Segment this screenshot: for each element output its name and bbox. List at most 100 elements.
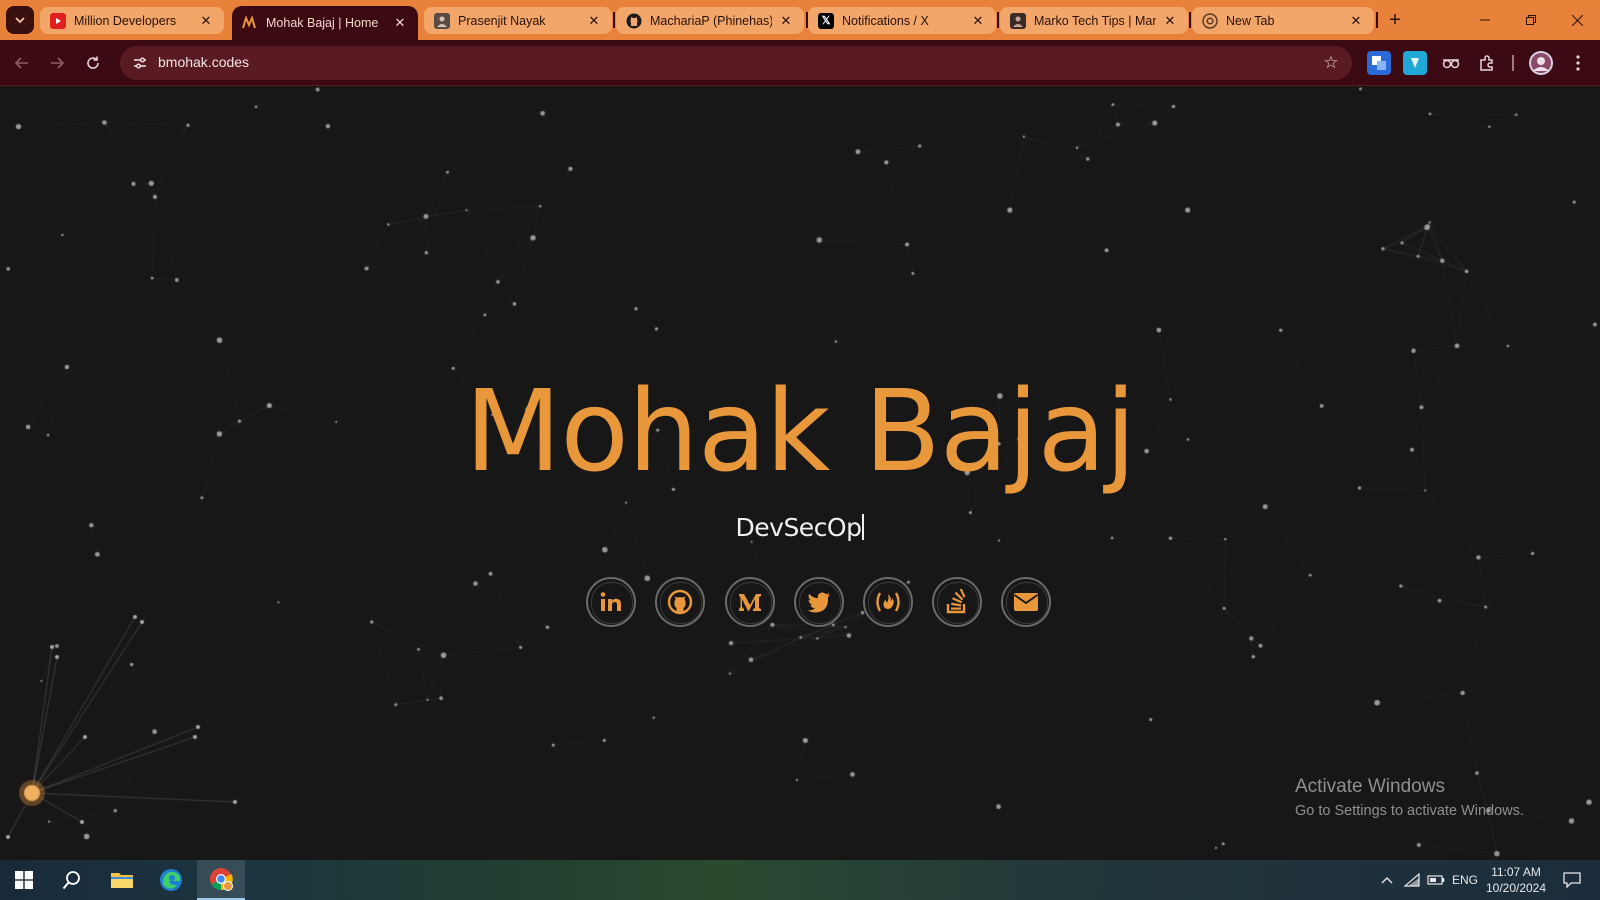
page-viewport: Mohak Bajaj DevSecOp Activate Windows Go… xyxy=(0,87,1600,860)
hero-name: Mohak Bajaj xyxy=(464,367,1137,497)
browser-toolbar: bmohak.codes ☆ xyxy=(0,40,1600,86)
close-icon[interactable]: ✕ xyxy=(1348,13,1364,29)
github-icon xyxy=(626,13,642,29)
tab-prasenjit-nayak[interactable]: Prasenjit Nayak ✕ xyxy=(424,7,612,34)
envelope-icon xyxy=(1013,593,1039,611)
profile-avatar[interactable] xyxy=(1529,51,1553,75)
typing-caret xyxy=(862,514,865,540)
mb-logo-icon xyxy=(242,15,258,31)
tab-label: New Tab xyxy=(1226,13,1275,28)
windows-logo-icon xyxy=(15,871,33,889)
email-link[interactable] xyxy=(1001,577,1051,627)
close-window-button[interactable] xyxy=(1554,0,1600,40)
minimize-button[interactable] xyxy=(1462,0,1508,40)
action-center-button[interactable] xyxy=(1556,860,1588,900)
reload-icon xyxy=(87,56,99,69)
arrow-left-icon xyxy=(14,57,28,69)
bookmark-star-icon[interactable]: ☆ xyxy=(1320,52,1342,74)
edge-button[interactable] xyxy=(147,860,195,900)
tab-million-developers[interactable]: Million Developers ✕ xyxy=(40,7,224,34)
close-icon[interactable]: ✕ xyxy=(1162,13,1178,29)
linkedin-icon xyxy=(600,592,621,611)
social-links xyxy=(586,577,1056,629)
tab-new-tab[interactable]: New Tab ✕ xyxy=(1192,7,1374,34)
tab-strip: Million Developers ✕ Mohak Bajaj | Home … xyxy=(0,0,1600,40)
chevron-up-icon xyxy=(1381,877,1393,884)
notification-icon xyxy=(1563,872,1581,888)
tab-machariap-github[interactable]: MachariaP (Phinehas) ✕ xyxy=(616,7,804,34)
close-icon[interactable]: ✕ xyxy=(198,13,214,29)
tab-label: Million Developers xyxy=(74,13,177,28)
x-icon: 𝕏 xyxy=(818,12,834,29)
stackoverflow-link[interactable] xyxy=(932,577,982,627)
avatar-icon xyxy=(1010,12,1026,29)
chrome-taskbar-button[interactable] xyxy=(197,860,245,900)
hero-role-typing: DevSecOp xyxy=(0,513,1600,542)
plus-icon: + xyxy=(1389,8,1401,31)
tab-label: Mohak Bajaj | Home xyxy=(266,16,379,30)
stackoverflow-icon xyxy=(946,589,966,614)
edge-icon xyxy=(160,869,182,891)
url-text[interactable]: bmohak.codes xyxy=(158,54,249,70)
language-indicator[interactable]: ENG xyxy=(1450,860,1480,900)
freecodecamp-icon xyxy=(876,592,900,612)
avatar-icon xyxy=(434,12,450,29)
show-hidden-icons-button[interactable] xyxy=(1375,860,1399,900)
watermark-title: Activate Windows xyxy=(1295,776,1445,797)
close-icon xyxy=(1571,14,1583,26)
close-icon[interactable]: ✕ xyxy=(392,15,408,31)
chevron-down-icon xyxy=(15,17,25,24)
tab-search-button[interactable] xyxy=(6,6,34,34)
system-clock[interactable]: 11:07 AM 10/20/2024 xyxy=(1480,864,1552,896)
network-icon[interactable] xyxy=(1400,860,1424,900)
role-text: DevSecOp xyxy=(735,513,862,542)
search-icon xyxy=(62,871,80,890)
extension-icon[interactable] xyxy=(1403,51,1427,75)
tab-separator xyxy=(1376,12,1378,28)
clock-date: 10/20/2024 xyxy=(1485,881,1547,895)
forward-button[interactable] xyxy=(43,49,71,77)
back-button[interactable] xyxy=(8,49,36,77)
translate-extension-icon[interactable] xyxy=(1367,51,1391,75)
more-menu-icon[interactable] xyxy=(1566,51,1590,75)
clock-time: 11:07 AM xyxy=(1491,865,1541,879)
linkedin-link[interactable] xyxy=(586,577,636,627)
tab-marko-tech-tips[interactable]: Marko Tech Tips | Marko ✕ xyxy=(1000,7,1188,34)
freecodecamp-link[interactable] xyxy=(863,577,913,627)
tab-separator xyxy=(1189,12,1191,28)
incognito-extension-icon[interactable] xyxy=(1439,51,1463,75)
tab-label: Marko Tech Tips | Marko xyxy=(1034,13,1156,28)
chrome-icon xyxy=(210,868,233,891)
arrow-right-icon xyxy=(51,57,65,69)
medium-link[interactable] xyxy=(725,577,775,627)
start-button[interactable] xyxy=(0,860,48,900)
site-settings-icon[interactable] xyxy=(128,51,152,75)
chrome-icon xyxy=(1202,12,1218,29)
toolbar-divider xyxy=(1512,55,1514,71)
close-icon[interactable]: ✕ xyxy=(586,13,602,29)
search-button[interactable] xyxy=(48,860,96,900)
tab-separator xyxy=(613,12,615,28)
reload-button[interactable] xyxy=(79,49,107,77)
file-explorer-button[interactable] xyxy=(98,860,146,900)
tab-label: Notifications / X xyxy=(842,13,929,28)
address-bar[interactable]: bmohak.codes ☆ xyxy=(120,46,1352,80)
new-tab-button[interactable]: + xyxy=(1381,6,1409,34)
tab-notifications-x[interactable]: 𝕏 Notifications / X ✕ xyxy=(808,7,996,34)
close-icon[interactable]: ✕ xyxy=(970,13,986,29)
github-link[interactable] xyxy=(655,577,705,627)
battery-icon[interactable] xyxy=(1424,860,1448,900)
minimize-icon xyxy=(1480,19,1490,21)
folder-icon xyxy=(111,873,133,888)
tab-label: MachariaP (Phinehas) xyxy=(650,13,772,28)
tab-label: Prasenjit Nayak xyxy=(458,13,546,28)
tab-mohak-bajaj-home[interactable]: Mohak Bajaj | Home ✕ xyxy=(232,6,418,40)
activate-windows-watermark: Activate Windows Go to Settings to activ… xyxy=(1295,776,1524,819)
puzzle-extensions-icon[interactable] xyxy=(1475,51,1499,75)
restore-button[interactable] xyxy=(1508,0,1554,40)
close-icon[interactable]: ✕ xyxy=(778,13,794,29)
twitter-icon xyxy=(807,592,830,613)
twitter-link[interactable] xyxy=(794,577,844,627)
github-icon xyxy=(667,589,693,615)
medium-icon xyxy=(739,594,761,611)
